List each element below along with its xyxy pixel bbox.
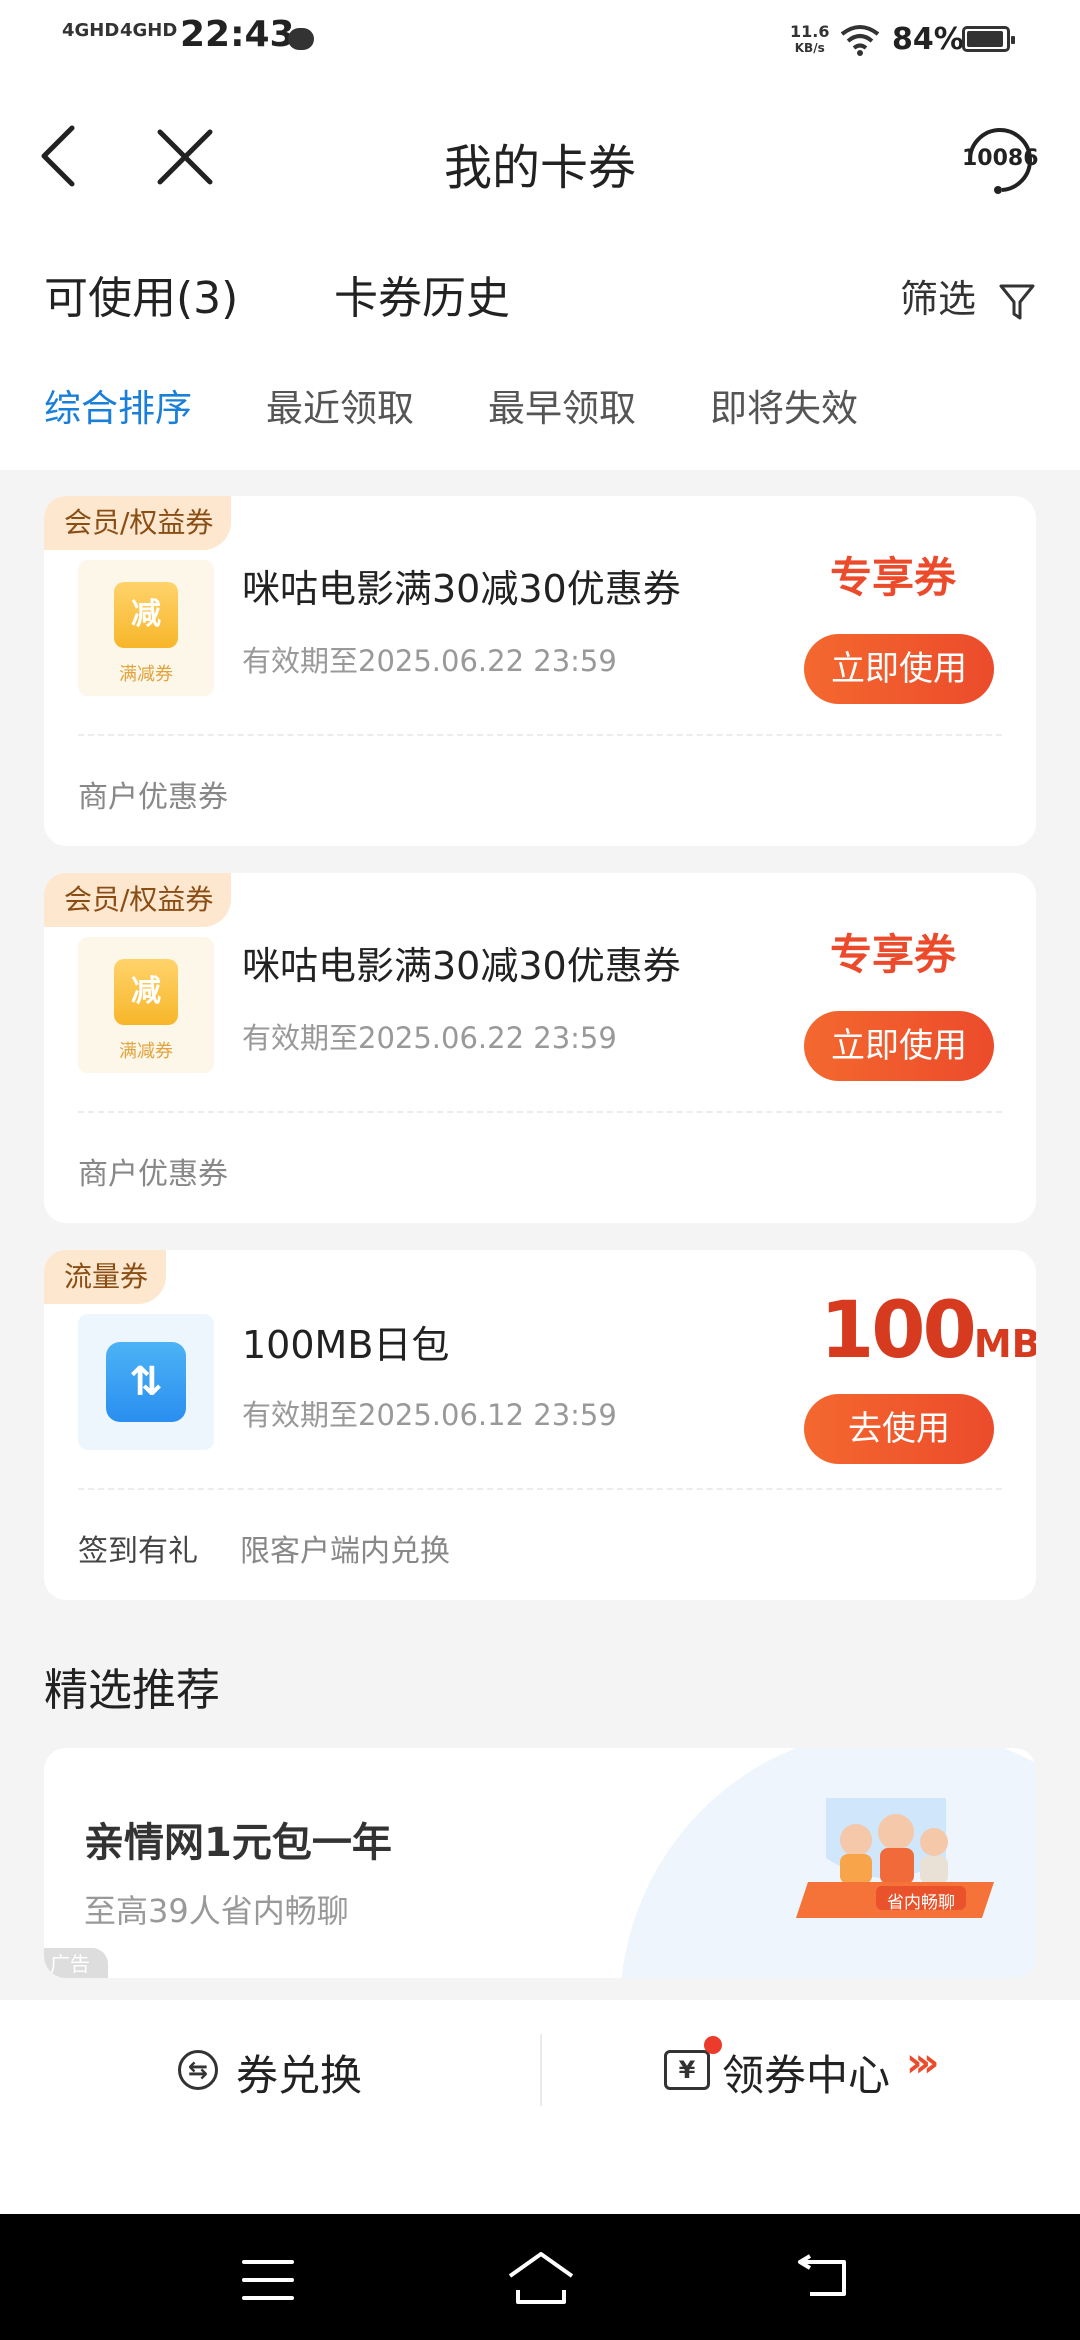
section-title: 精选推荐	[44, 1665, 220, 1716]
wifi-icon	[840, 25, 880, 56]
status-time: 22:43	[180, 14, 295, 55]
illustration-label: 省内畅聊	[887, 1893, 955, 1913]
bottom-bar: ⇆ 券兑换 ¥ 领券中心 ›››	[0, 2000, 1080, 2214]
family-illustration: 省内畅聊	[766, 1788, 1006, 1938]
sort-earliest[interactable]: 最早领取	[488, 378, 636, 432]
coupon-tag: 会员/权益券	[44, 496, 232, 550]
message-icon	[288, 28, 314, 50]
coupon-title: 咪咕电影满30减30优惠券	[242, 567, 681, 611]
use-now-button[interactable]: 立即使用	[804, 634, 994, 704]
back-nav-icon[interactable]	[796, 2254, 852, 2302]
exchange-button[interactable]: 券兑换	[236, 2042, 362, 2103]
exchange-icon[interactable]: ⇆	[178, 2050, 218, 2090]
coupon-validity: 有效期至2025.06.22 23:59	[242, 1021, 617, 1055]
promo-title: 亲情网1元包一年	[84, 1820, 392, 1866]
header: 我的卡券 10086 可使用(3) 卡券历史 筛选 综合排序 最近领取 最早领取…	[0, 80, 1080, 470]
coupon-validity: 有效期至2025.06.22 23:59	[242, 644, 617, 678]
ticket-icon[interactable]: ¥	[664, 2050, 710, 2090]
coupon-card[interactable]: 会员/权益券 减 满减券 咪咕电影满30减30优惠券 有效期至2025.06.2…	[44, 873, 1036, 1223]
coupon-card[interactable]: 会员/权益券 减 满减券 咪咕电影满30减30优惠券 有效期至2025.06.2…	[44, 496, 1036, 846]
divider	[540, 2034, 542, 2106]
signal-icon-2: 4GHD	[120, 20, 178, 41]
coupon-restriction: 限客户端内兑换	[240, 1534, 450, 1569]
divider	[78, 1488, 1002, 1490]
promo-subtitle: 至高39人省内畅聊	[84, 1892, 349, 1930]
coupon-tag: 流量券	[44, 1250, 167, 1304]
signal-icon: 4GHD	[62, 20, 120, 41]
filter-label: 筛选	[900, 277, 977, 321]
coupon-validity: 有效期至2025.06.12 23:59	[242, 1398, 617, 1432]
coupon-source: 商户优惠券	[78, 1157, 228, 1192]
sort-comprehensive[interactable]: 综合排序	[44, 378, 192, 432]
coupon-source: 商户优惠券	[78, 780, 228, 815]
promo-banner[interactable]: 亲情网1元包一年 至高39人省内畅聊 广告 省内畅聊	[44, 1748, 1036, 1978]
sort-recent[interactable]: 最近领取	[266, 378, 414, 432]
exclusive-badge: 专享券	[830, 930, 957, 979]
coupon-title: 咪咕电影满30减30优惠券	[242, 944, 681, 988]
discount-jar-icon: 减 满减券	[78, 937, 214, 1073]
system-nav-bar	[0, 2214, 1080, 2340]
data-transfer-icon: ⇅	[78, 1314, 214, 1450]
go-use-button[interactable]: 去使用	[804, 1394, 994, 1464]
coupon-tag: 会员/权益券	[44, 873, 232, 927]
status-bar: 4GHD 4GHD 22:43 11.6 KB/s 84%	[0, 0, 1080, 80]
use-now-button[interactable]: 立即使用	[804, 1011, 994, 1081]
tab-available[interactable]: 可使用(3)	[44, 262, 238, 326]
page-title: 我的卡券	[443, 140, 636, 196]
data-amount: 100MB	[820, 1286, 1036, 1376]
sort-expiring[interactable]: 即将失效	[710, 378, 858, 432]
network-speed: 11.6 KB/s	[790, 22, 830, 56]
notification-dot	[704, 2036, 722, 2054]
service-number: 10086	[962, 146, 1039, 171]
customer-service-icon[interactable]: 10086	[962, 122, 1039, 198]
divider	[78, 734, 1002, 736]
tab-history[interactable]: 卡券历史	[334, 262, 510, 326]
battery-icon	[962, 26, 1015, 52]
home-icon[interactable]	[506, 2250, 576, 2306]
triple-chevron-icon[interactable]: ›››	[906, 2040, 940, 2086]
discount-jar-icon: 减 满减券	[78, 560, 214, 696]
filter-button[interactable]: 筛选	[900, 268, 1036, 323]
menu-icon[interactable]	[240, 2258, 296, 2302]
exclusive-badge: 专享券	[830, 553, 957, 602]
battery-percent: 84%	[892, 22, 964, 57]
funnel-icon	[999, 284, 1035, 319]
coupon-center-button[interactable]: 领券中心	[722, 2042, 890, 2103]
coupon-card[interactable]: 流量券 ⇅ 100MB日包 有效期至2025.06.12 23:59 100MB…	[44, 1250, 1036, 1600]
coupon-source: 签到有礼	[78, 1534, 198, 1569]
ad-label: 广告	[44, 1948, 108, 1978]
coupon-title: 100MB日包	[242, 1323, 450, 1367]
divider	[78, 1111, 1002, 1113]
